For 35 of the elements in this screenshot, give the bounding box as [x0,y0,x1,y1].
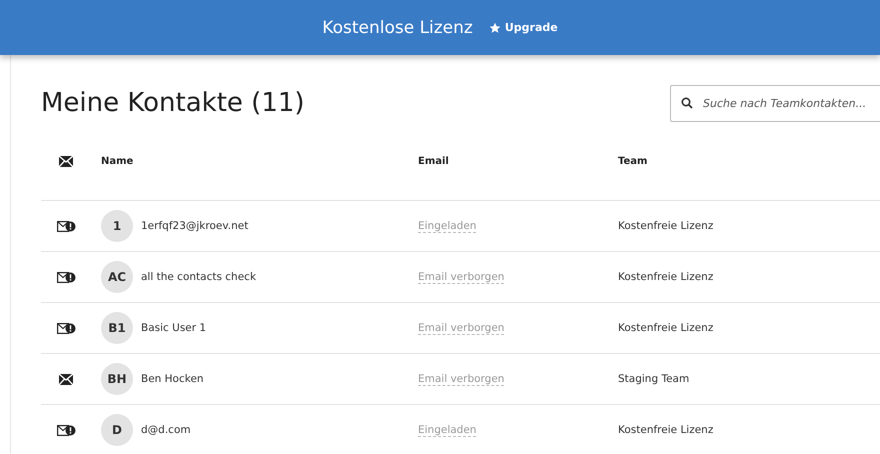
contact-name: all the contacts check [141,271,256,283]
team-name: Kostenfreie Lizenz [618,271,714,283]
search-field[interactable]: Suche nach Teamkontakten... [670,84,880,122]
star-icon [488,22,501,34]
email-status: Email verborgen [418,270,504,284]
upgrade-link[interactable]: Upgrade [488,21,558,34]
column-header: Name [101,156,134,167]
team-name: Kostenfreie Lizenz [618,322,714,334]
column-header: Email [418,156,450,167]
avatar: 1 [101,210,133,242]
envelope-icon [59,156,73,167]
avatar: BH [101,363,133,395]
avatar: B1 [101,312,133,344]
contact-name: Basic User 1 [141,322,206,334]
email-status: Eingeladen [418,220,476,232]
avatar: D [101,414,133,446]
column-header: Team [618,156,648,167]
envelope-alert-icon [56,272,76,282]
email-status: Email verborgen [418,322,504,334]
search-icon [681,96,693,108]
contact-name: Ben Hocken [141,373,204,385]
envelope-alert-icon [56,220,76,232]
envelope-alert-icon [56,424,76,436]
team-name: Kostenfreie Lizenz [618,220,714,232]
team-name: Staging Team [618,373,690,385]
page-title: Meine Kontakte (11) [41,88,305,118]
team-name: Kostenfreie Lizenz [618,424,714,436]
contact-name: 1erfqf23@jkroev.net [141,220,248,232]
avatar: AC [101,261,133,293]
plan-title: Kostenlose Lizenz [322,18,473,38]
envelope-icon [59,374,73,384]
contact-name: d@d.com [141,424,191,436]
email-status: Eingeladen [418,424,476,436]
envelope-alert-icon [56,322,76,334]
email-status: Email verborgen [418,372,504,386]
